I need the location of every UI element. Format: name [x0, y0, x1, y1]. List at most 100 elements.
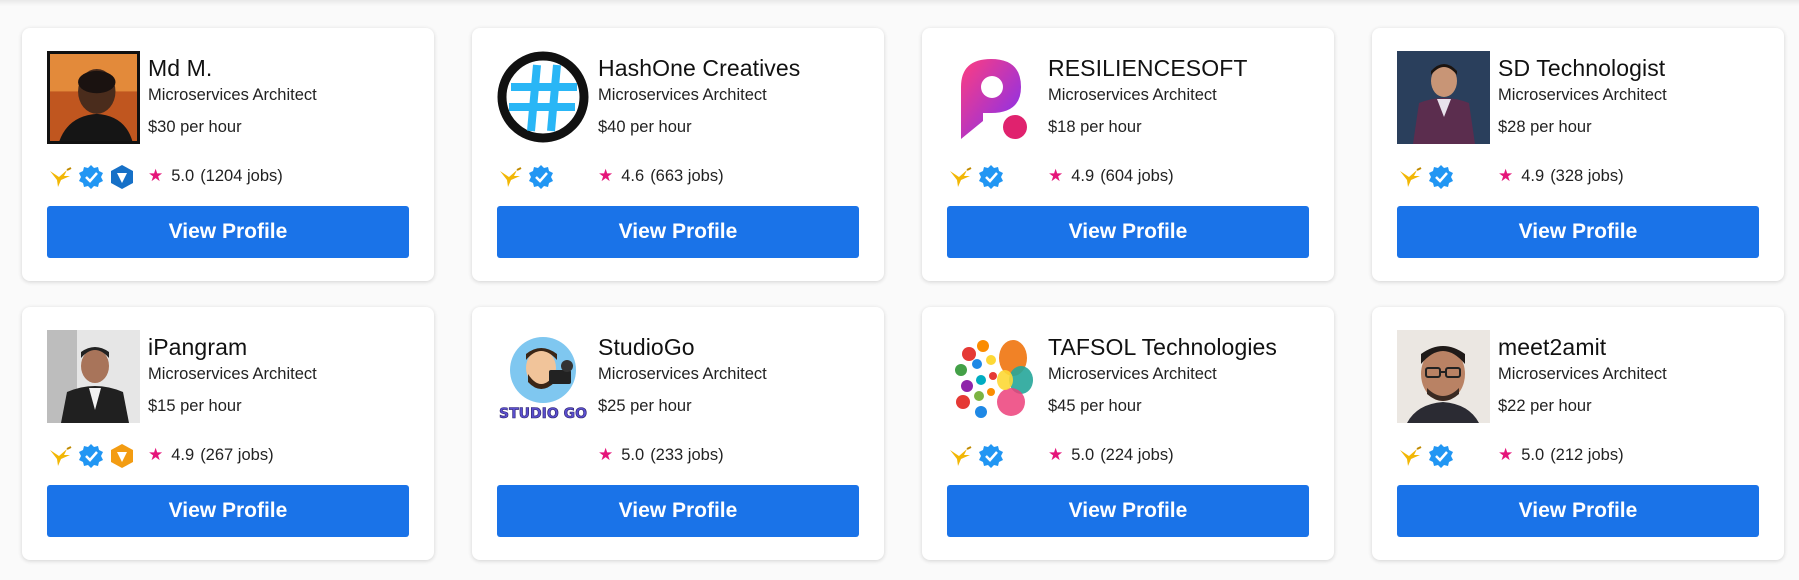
star-icon: ★ — [1498, 445, 1514, 464]
verified-icon — [528, 164, 554, 190]
view-profile-button[interactable]: View Profile — [497, 206, 859, 258]
avatar[interactable] — [497, 51, 590, 144]
badge-row — [47, 443, 140, 469]
avatar[interactable] — [947, 51, 1040, 144]
star-icon: ★ — [598, 166, 614, 185]
hummingbird-icon — [947, 164, 973, 190]
rating-score: 4.9 — [1071, 166, 1095, 185]
freelancer-name[interactable]: StudioGo — [598, 333, 767, 361]
verified-icon — [78, 164, 104, 190]
badge-row — [497, 164, 559, 190]
freelancer-role: Microservices Architect — [1498, 365, 1667, 383]
pro-shield-icon — [109, 164, 135, 190]
hourly-rate: $18 per hour — [1048, 118, 1142, 136]
badge-row — [47, 164, 140, 190]
freelancer-name[interactable]: meet2amit — [1498, 333, 1667, 361]
job-count: (267 jobs) — [200, 445, 274, 464]
rating: ★ 5.0 (233 jobs) — [598, 445, 724, 465]
job-count: (663 jobs) — [650, 166, 724, 185]
job-count: (604 jobs) — [1100, 166, 1174, 185]
hummingbird-icon — [497, 164, 523, 190]
freelancer-card: TAFSOL Technologies Microservices Archit… — [922, 307, 1334, 560]
rating: ★ 5.0 (224 jobs) — [1048, 445, 1174, 465]
verified-icon — [1428, 443, 1454, 469]
freelancer-card: HashOne Creatives Microservices Architec… — [472, 28, 884, 281]
view-profile-button[interactable]: View Profile — [1397, 485, 1759, 537]
job-count: (1204 jobs) — [200, 166, 283, 185]
hummingbird-icon — [1397, 443, 1423, 469]
hourly-rate: $22 per hour — [1498, 397, 1592, 415]
avatar[interactable]: STUDIO GO — [497, 330, 590, 423]
freelancer-role: Microservices Architect — [148, 86, 317, 104]
hourly-rate: $45 per hour — [1048, 397, 1142, 415]
star-icon: ★ — [148, 445, 164, 464]
avatar[interactable] — [47, 330, 140, 423]
freelancer-name[interactable]: iPangram — [148, 333, 317, 361]
studiogo-wordmark: STUDIO GO — [499, 406, 587, 422]
badge-row — [947, 443, 1009, 469]
badge-row — [1397, 443, 1459, 469]
view-profile-button[interactable]: View Profile — [47, 206, 409, 258]
view-profile-button[interactable]: View Profile — [947, 206, 1309, 258]
rating: ★ 4.9 (328 jobs) — [1498, 166, 1624, 186]
freelancer-card: STUDIO GO StudioGo Microservices Archite… — [472, 307, 884, 560]
rating: ★ 4.9 (604 jobs) — [1048, 166, 1174, 186]
freelancer-name[interactable]: TAFSOL Technologies — [1048, 333, 1277, 361]
studiogo-logo: STUDIO GO — [497, 330, 590, 423]
rating: ★ 5.0 (1204 jobs) — [148, 166, 283, 186]
view-profile-button[interactable]: View Profile — [47, 485, 409, 537]
verified-icon — [978, 164, 1004, 190]
freelancer-role: Microservices Architect — [598, 86, 767, 104]
rating-score: 4.9 — [171, 445, 195, 464]
view-profile-button[interactable]: View Profile — [1397, 206, 1759, 258]
verified-icon — [78, 443, 104, 469]
rating-score: 5.0 — [1521, 445, 1545, 464]
hummingbird-icon — [947, 443, 973, 469]
rating-score: 5.0 — [621, 445, 645, 464]
freelancer-name[interactable]: SD Technologist — [1498, 54, 1667, 82]
hourly-rate: $25 per hour — [598, 397, 692, 415]
top-edge — [0, 0, 1799, 6]
freelancer-role: Microservices Architect — [1048, 365, 1217, 383]
hourly-rate: $30 per hour — [148, 118, 242, 136]
rating-score: 5.0 — [171, 166, 195, 185]
dots-logo — [947, 330, 1040, 423]
freelancer-card: meet2amit Microservices Architect $22 pe… — [1372, 307, 1784, 560]
verified-icon — [978, 443, 1004, 469]
badge-row — [1397, 164, 1459, 190]
rating: ★ 4.6 (663 jobs) — [598, 166, 724, 186]
profile-photo — [1397, 51, 1490, 144]
avatar[interactable] — [47, 51, 140, 144]
view-profile-button[interactable]: View Profile — [947, 485, 1309, 537]
freelancer-card: SD Technologist Microservices Architect … — [1372, 28, 1784, 281]
profile-photo — [1397, 330, 1490, 423]
hummingbird-icon — [47, 443, 73, 469]
hummingbird-icon — [47, 164, 73, 190]
r-logo — [947, 51, 1040, 144]
profile-photo — [47, 330, 140, 423]
freelancer-name[interactable]: RESILIENCESOFT — [1048, 54, 1248, 82]
rating-score: 4.6 — [621, 166, 645, 185]
freelancer-name[interactable]: HashOne Creatives — [598, 54, 800, 82]
freelancer-role: Microservices Architect — [1048, 86, 1217, 104]
freelancer-card: iPangram Microservices Architect $15 per… — [22, 307, 434, 560]
hourly-rate: $40 per hour — [598, 118, 692, 136]
avatar[interactable] — [947, 330, 1040, 423]
view-profile-button[interactable]: View Profile — [497, 485, 859, 537]
badge-row — [947, 164, 1009, 190]
freelancer-role: Microservices Architect — [148, 365, 317, 383]
hummingbird-icon — [1397, 164, 1423, 190]
verified-icon — [1428, 164, 1454, 190]
rating: ★ 4.9 (267 jobs) — [148, 445, 274, 465]
avatar[interactable] — [1397, 51, 1490, 144]
freelancer-name[interactable]: Md M. — [148, 54, 317, 82]
rating-score: 4.9 — [1521, 166, 1545, 185]
star-icon: ★ — [598, 445, 614, 464]
profile-photo — [50, 54, 137, 141]
rating: ★ 5.0 (212 jobs) — [1498, 445, 1624, 465]
freelancer-grid: Md M. Microservices Architect $30 per ho… — [22, 28, 1784, 560]
avatar[interactable] — [1397, 330, 1490, 423]
star-icon: ★ — [1048, 445, 1064, 464]
job-count: (233 jobs) — [650, 445, 724, 464]
hash-logo — [497, 51, 590, 144]
